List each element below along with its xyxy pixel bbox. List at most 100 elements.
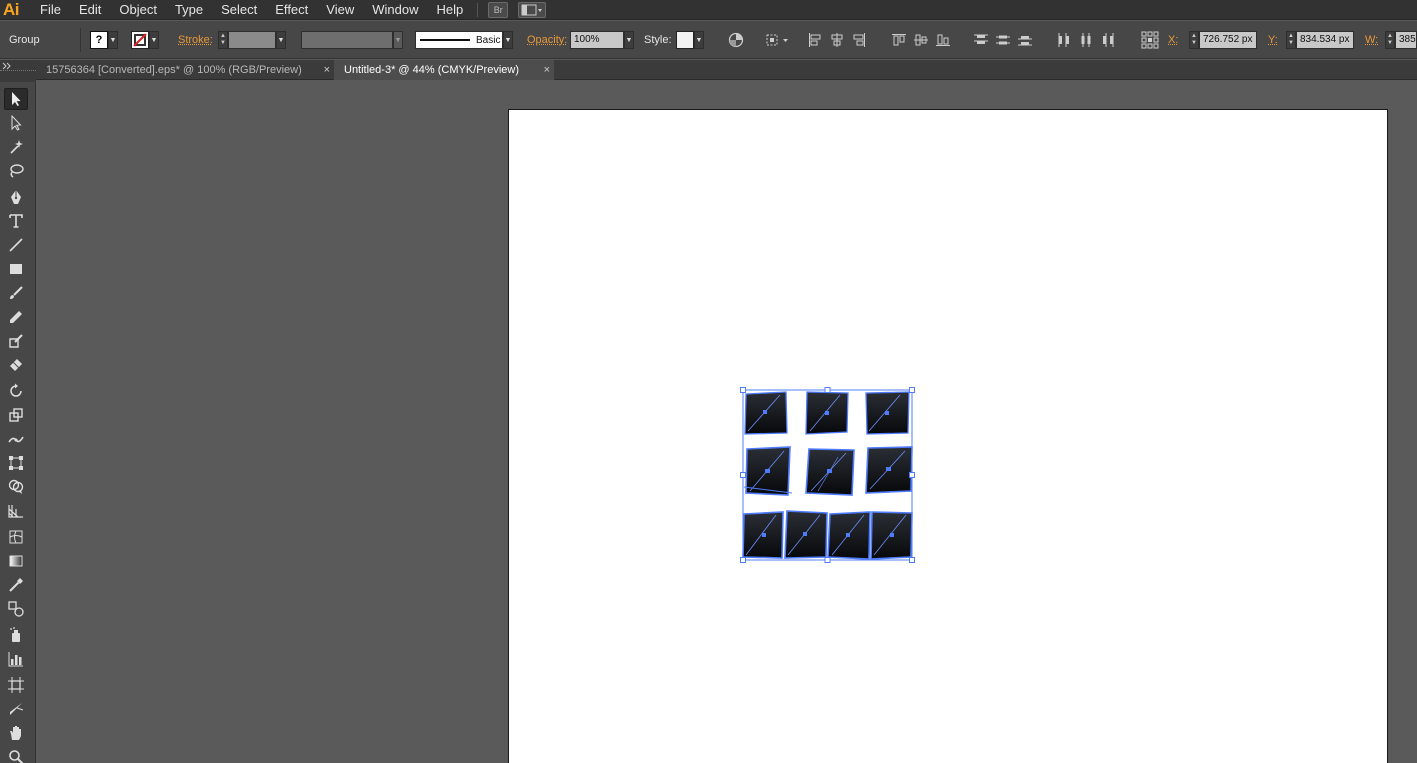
y-position-control[interactable]: ▲ ▼ 834.534 px [1286, 21, 1354, 59]
menu-object[interactable]: Object [109, 0, 165, 20]
align-right-button[interactable] [848, 21, 870, 59]
eyedropper-tool[interactable] [4, 574, 28, 596]
brush-definition-dropdown[interactable]: ▼ [503, 31, 513, 49]
align-horizontal-center-button[interactable] [826, 21, 848, 59]
width-tool[interactable] [4, 428, 28, 450]
recolor-artwork-button[interactable] [725, 21, 747, 59]
menu-select[interactable]: Select [211, 0, 265, 20]
menu-edit[interactable]: Edit [69, 0, 109, 20]
stroke-label[interactable]: Stroke: [178, 34, 213, 46]
grunge-square[interactable] [784, 510, 828, 559]
selected-group[interactable] [740, 387, 915, 563]
w-label[interactable]: W: [1365, 34, 1378, 46]
close-tab-icon[interactable]: × [324, 60, 330, 80]
shape-builder-tool[interactable] [4, 476, 28, 498]
blend-tool[interactable] [4, 598, 28, 620]
rectangle-tool[interactable] [4, 258, 28, 280]
opacity-field[interactable]: 100% [570, 31, 624, 49]
pen-tool[interactable] [4, 186, 28, 208]
grunge-square[interactable] [805, 391, 849, 435]
distribute-horizontal-center-button[interactable] [1075, 21, 1097, 59]
column-graph-tool[interactable] [4, 648, 28, 670]
opacity-control[interactable]: 100% ▼ [570, 21, 634, 59]
tab-eps-document[interactable]: 15756364 [Converted].eps* @ 100% (RGB/Pr… [36, 60, 334, 80]
opacity-dropdown[interactable]: ▼ [624, 31, 634, 49]
width-control[interactable]: ▲ ▼ 385 [1385, 21, 1417, 59]
blob-brush-tool[interactable] [4, 330, 28, 352]
graphic-style-control[interactable]: ▼ [676, 21, 704, 59]
grunge-square[interactable] [865, 391, 910, 435]
grunge-square[interactable] [742, 511, 784, 559]
rotate-tool[interactable] [4, 380, 28, 402]
tab-untitled-3[interactable]: Untitled-3* @ 44% (CMYK/Preview) × [334, 60, 554, 80]
symbol-sprayer-tool[interactable] [4, 624, 28, 646]
scale-tool[interactable] [4, 404, 28, 426]
distribute-top-button[interactable] [970, 21, 992, 59]
distribute-vertical-center-button[interactable] [992, 21, 1014, 59]
bridge-button[interactable]: Br [488, 1, 509, 18]
stroke-weight-dropdown[interactable]: ▼ [276, 31, 286, 49]
x-position-control[interactable]: ▲ ▼ 726.752 px [1189, 21, 1257, 59]
grunge-square[interactable] [870, 511, 913, 560]
mesh-tool[interactable] [4, 526, 28, 548]
distribute-bottom-button[interactable] [1014, 21, 1036, 59]
stroke-color-control[interactable]: ▼ [131, 21, 159, 59]
width-field[interactable]: 385 [1395, 31, 1417, 49]
perspective-grid-tool[interactable] [4, 500, 28, 522]
gradient-tool[interactable] [4, 550, 28, 572]
artboard[interactable] [508, 109, 1388, 763]
y-position-field[interactable]: 834.534 px [1296, 31, 1354, 49]
distribute-right-button[interactable] [1097, 21, 1119, 59]
fill-swatch[interactable]: ? [90, 31, 108, 49]
opacity-label[interactable]: Opacity: [527, 34, 567, 46]
fill-dropdown-arrow[interactable]: ▼ [108, 31, 118, 49]
direct-selection-tool[interactable] [4, 112, 28, 134]
fill-control[interactable]: ? ▼ [90, 21, 118, 59]
align-left-button[interactable] [804, 21, 826, 59]
grunge-square[interactable] [865, 446, 913, 494]
graphic-style-dropdown[interactable]: ▼ [694, 31, 704, 49]
brush-definition[interactable]: Basic ▼ [415, 21, 513, 59]
brush-definition-field[interactable]: Basic [415, 31, 503, 49]
hand-tool[interactable] [4, 722, 28, 744]
artboard-tool[interactable] [4, 674, 28, 696]
x-position-field[interactable]: 726.752 px [1199, 31, 1257, 49]
menu-file[interactable]: File [30, 0, 69, 20]
stroke-weight-field[interactable] [228, 31, 276, 49]
zoom-tool[interactable] [4, 746, 28, 763]
menu-effect[interactable]: Effect [265, 0, 316, 20]
x-stepper[interactable]: ▲ ▼ [1189, 31, 1199, 49]
menu-view[interactable]: View [316, 0, 362, 20]
magic-wand-tool[interactable] [4, 136, 28, 158]
close-tab-icon[interactable]: × [544, 60, 550, 80]
free-transform-tool[interactable] [4, 452, 28, 474]
menu-help[interactable]: Help [426, 0, 471, 20]
tools-panel-header[interactable] [0, 60, 36, 82]
lasso-tool[interactable] [4, 160, 28, 182]
reference-point-button[interactable] [1139, 21, 1161, 59]
slice-tool[interactable] [4, 698, 28, 720]
paintbrush-tool[interactable] [4, 282, 28, 304]
graphic-style-swatch[interactable] [676, 31, 694, 49]
distribute-left-button[interactable] [1053, 21, 1075, 59]
stroke-swatch[interactable] [131, 31, 149, 49]
y-label[interactable]: Y: [1268, 34, 1278, 46]
selection-tool[interactable] [4, 88, 28, 110]
width-profile-field[interactable] [301, 31, 393, 49]
stroke-weight-stepper[interactable]: ▲ ▼ [218, 31, 228, 49]
pencil-tool[interactable] [4, 306, 28, 328]
align-bottom-button[interactable] [932, 21, 954, 59]
grunge-square[interactable] [827, 511, 871, 560]
document-canvas[interactable] [37, 81, 1417, 763]
y-stepper[interactable]: ▲ ▼ [1286, 31, 1296, 49]
w-stepper[interactable]: ▲ ▼ [1385, 31, 1395, 49]
grunge-square[interactable] [805, 448, 855, 496]
align-vertical-center-button[interactable] [910, 21, 932, 59]
type-tool[interactable] [4, 210, 28, 232]
workspace-switcher-button[interactable] [518, 1, 547, 18]
align-to-selection-button[interactable] [762, 21, 792, 59]
line-segment-tool[interactable] [4, 234, 28, 256]
eraser-tool[interactable] [4, 354, 28, 376]
stroke-weight-control[interactable]: ▲ ▼ ▼ [218, 21, 286, 59]
menu-type[interactable]: Type [165, 0, 211, 20]
